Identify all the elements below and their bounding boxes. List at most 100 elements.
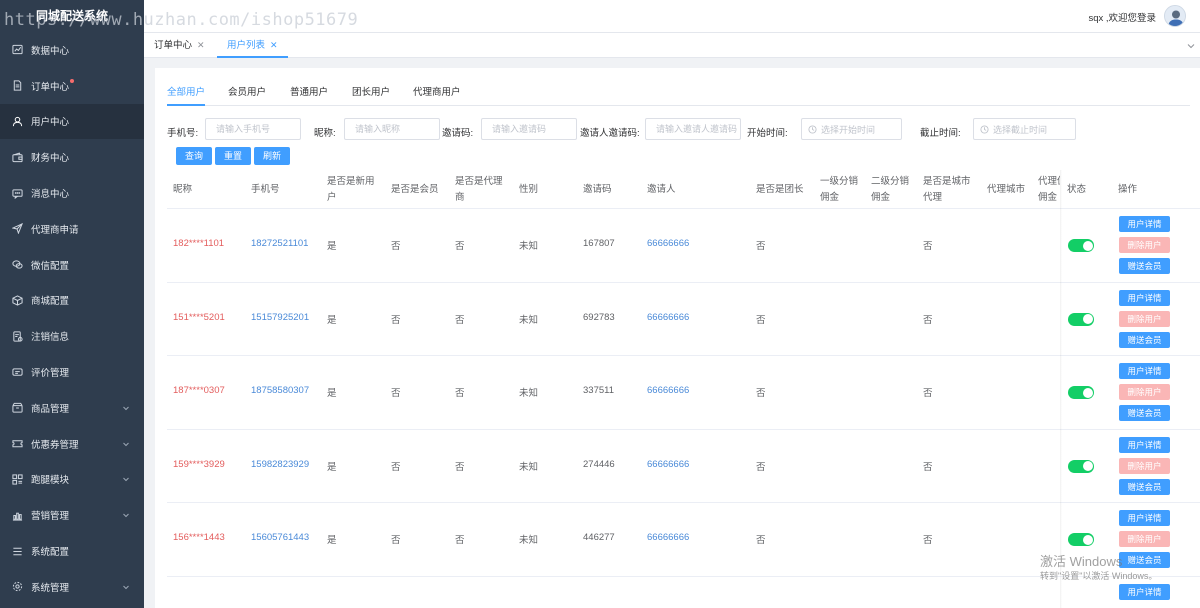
user-detail-button[interactable]: 用户详情 [1119,510,1170,526]
tab-all-users[interactable]: 全部用户 [167,84,206,106]
sidebar-item-errand-module[interactable]: 跑腿模块 [0,462,144,498]
cell-phone[interactable]: 18272521101 [251,238,308,249]
box-icon [12,295,23,306]
delete-user-button[interactable]: 删除用户 [1119,531,1170,547]
sidebar-item-goods-manage[interactable]: 商品管理 [0,390,144,426]
sidebar-item-review-manage[interactable]: 评价管理 [0,354,144,390]
cell-is-member: 否 [391,535,401,546]
status-toggle[interactable] [1068,239,1094,252]
inviter-code-label: 邀请人邀请码: [580,128,640,139]
status-toggle[interactable] [1068,533,1094,546]
phone-input[interactable] [205,118,301,140]
table-row: 151****5201 15157925201 是 否 否 未知 692783 … [167,283,1200,356]
tab-order-center[interactable]: 订单中心 ✕ [144,33,215,58]
sidebar-item-wechat-config[interactable]: 微信配置 [0,247,144,283]
wechat-icon [12,259,23,270]
cell-inviter[interactable]: 66666666 [647,238,689,249]
col-is-leader: 是否是团长 [756,184,804,195]
col-is-new-user: 是否是新用户 [327,174,375,206]
clock-icon [980,124,989,134]
tab-leader-users[interactable]: 团长用户 [352,84,390,106]
refresh-button[interactable]: 刷新 [254,147,290,165]
sidebar-item-user-center[interactable]: 用户中心 [0,103,144,140]
gift-member-button[interactable]: 赠送会员 [1119,331,1170,348]
col-agent-commission-line1: 代理佣 [1038,176,1060,187]
cell-phone[interactable]: 18758580307 [251,385,309,396]
nickname-input[interactable] [344,118,440,140]
cell-is-member: 否 [391,388,401,399]
cell-phone[interactable]: 15157925201 [251,312,309,323]
inviter-code-input[interactable] [645,118,741,140]
delete-user-button[interactable]: 删除用户 [1119,310,1170,327]
user-detail-button[interactable]: 用户详情 [1119,289,1170,306]
wallet-icon [12,152,23,163]
cell-is-new-user: 是 [327,314,337,326]
sidebar-item-system-manage[interactable]: 系统管理 [0,569,144,605]
cell-inviter[interactable]: 66666666 [647,459,689,470]
tab-member-users[interactable]: 会员用户 [228,84,266,106]
fixed-column-shadow [1060,170,1062,608]
end-time-picker[interactable]: 选择截止时间 [973,118,1076,140]
delete-user-button[interactable]: 删除用户 [1119,384,1170,400]
status-toggle[interactable] [1068,312,1094,326]
status-toggle[interactable] [1068,459,1094,473]
gear-icon [12,581,23,592]
cell-invite-code: 167807 [583,238,615,249]
gift-member-button[interactable]: 赠送会员 [1119,405,1170,421]
sidebar-item-system-config[interactable]: 系统配置 [0,533,144,569]
user-detail-button[interactable]: 用户详情 [1119,363,1170,379]
cell-is-city-agent: 否 [923,535,933,546]
cell-inviter[interactable]: 66666666 [647,385,689,396]
table-row: 182****1101 18272521101 是 否 否 未知 167807 … [167,209,1200,283]
chevron-down-icon [122,475,130,483]
sidebar-item-marketing-manage[interactable]: 营销管理 [0,497,144,533]
col-commission-level1: 一级分销 佣金 [820,174,858,206]
sidebar-item-label: 微信配置 [31,260,70,272]
delete-user-button[interactable]: 删除用户 [1119,457,1170,474]
sidebar-item-coupon-manage[interactable]: 优惠券管理 [0,426,144,462]
tab-agent-users[interactable]: 代理商用户 [413,84,461,106]
delete-user-button[interactable]: 删除用户 [1119,237,1170,253]
invite-code-input[interactable] [481,118,577,140]
tab-label: 订单中心 [154,40,193,51]
gift-member-button[interactable]: 赠送会员 [1119,478,1170,495]
cell-is-leader: 否 [756,388,766,399]
sidebar-item-message-center[interactable]: 消息中心 [0,175,144,211]
menu-icon [12,546,23,557]
user-detail-button[interactable]: 用户详情 [1119,216,1170,232]
sidebar-item-mall-config[interactable]: 商城配置 [0,283,144,319]
cell-is-city-agent: 否 [923,388,933,399]
gift-member-button[interactable]: 赠送会员 [1119,552,1170,568]
sidebar-item-finance-center[interactable]: 财务中心 [0,139,144,175]
tab-user-list[interactable]: 用户列表 ✕ [217,33,288,58]
reset-button[interactable]: 重置 [215,147,251,165]
sidebar-item-label: 财务中心 [31,153,70,165]
cell-nickname: 159****3929 [173,458,225,470]
sidebar-item-label: 评价管理 [31,368,70,380]
user-detail-button[interactable]: 用户详情 [1119,436,1170,453]
gift-member-button[interactable]: 赠送会员 [1119,258,1170,274]
sidebar-item-cancel-info[interactable]: 注销信息 [0,318,144,354]
col-is-new-user-line2: 户 [327,192,337,203]
cell-inviter[interactable]: 66666666 [647,532,689,543]
cell-inviter[interactable]: 66666666 [647,312,689,323]
sidebar-item-order-center[interactable]: 订单中心 [0,68,144,104]
cell-phone[interactable]: 15605761443 [251,532,309,543]
close-icon[interactable]: ✕ [197,40,205,50]
start-time-picker[interactable]: 选择开始时间 [801,118,902,140]
status-toggle[interactable] [1068,386,1094,399]
tab-normal-users[interactable]: 普通用户 [290,84,328,106]
cell-invite-code: 446277 [583,532,615,543]
cell-phone[interactable]: 15982823929 [251,459,309,470]
chart-icon [12,510,23,521]
sidebar-item-data-center[interactable]: 数据中心 [0,32,144,68]
avatar[interactable] [1164,5,1186,27]
search-button[interactable]: 查询 [176,147,212,165]
col-actions: 操作 [1118,184,1138,195]
cell-is-leader: 否 [756,461,766,473]
chevron-down-icon[interactable] [1186,41,1196,51]
sidebar-item-agent-apply[interactable]: 代理商申请 [0,211,144,247]
cell-gender: 未知 [519,535,539,546]
close-icon[interactable]: ✕ [270,40,278,50]
user-detail-button[interactable]: 用户详情 [1119,583,1170,600]
